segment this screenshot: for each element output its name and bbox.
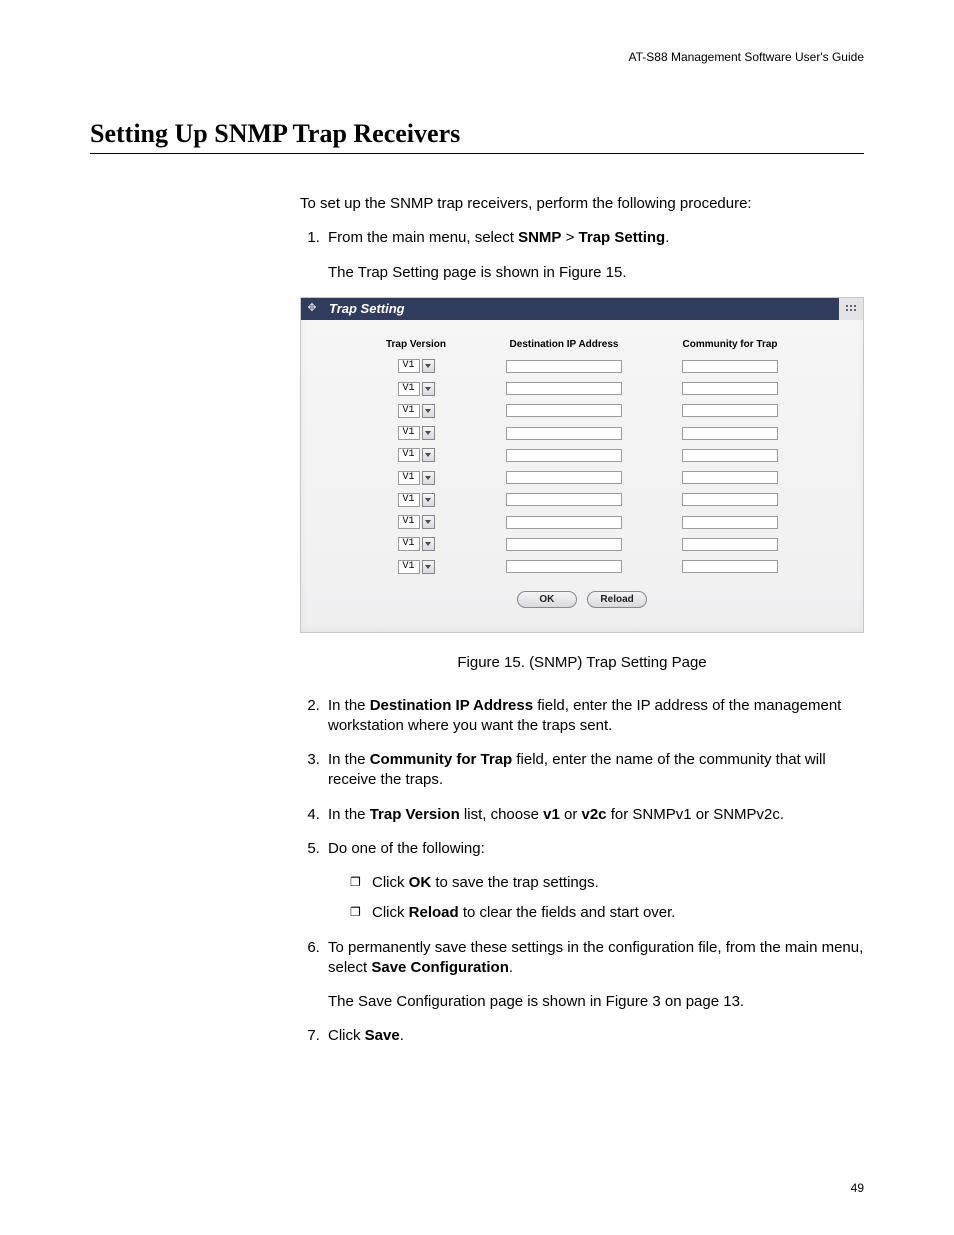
titlebar-right-icon [839, 298, 863, 320]
intro-text: To set up the SNMP trap receivers, perfo… [300, 194, 864, 214]
titlebar-left-icon: ✥ [301, 298, 323, 320]
figure-title: Trap Setting [323, 298, 839, 320]
trap-row: V1 [356, 467, 808, 489]
trap-version-value: V1 [398, 560, 420, 574]
community-input[interactable] [682, 493, 778, 506]
chevron-down-icon[interactable] [422, 404, 435, 418]
trap-version-select[interactable]: V1 [398, 426, 435, 440]
community-input[interactable] [682, 516, 778, 529]
step-6-after: The Save Configuration page is shown in … [328, 992, 864, 1012]
step-5a: Click OK to save the trap settings. [350, 873, 864, 893]
community-input[interactable] [682, 382, 778, 395]
col-version: Trap Version [356, 338, 476, 356]
chevron-down-icon[interactable] [422, 560, 435, 574]
trap-version-select[interactable]: V1 [398, 471, 435, 485]
figure-caption: Figure 15. (SNMP) Trap Setting Page [300, 653, 864, 673]
step-1: From the main menu, select SNMP > Trap S… [324, 228, 864, 283]
destination-ip-input[interactable] [506, 449, 622, 462]
figure-button-row: OK Reload [321, 588, 843, 609]
destination-ip-input[interactable] [506, 382, 622, 395]
destination-ip-input[interactable] [506, 404, 622, 417]
step-1-text: From the main menu, select SNMP > Trap S… [328, 229, 669, 246]
trap-version-value: V1 [398, 359, 420, 373]
trap-row: V1 [356, 355, 808, 377]
trap-setting-screenshot: ✥ Trap Setting Trap Version Destination … [300, 297, 864, 634]
chevron-down-icon[interactable] [422, 426, 435, 440]
trap-version-select[interactable]: V1 [398, 537, 435, 551]
step-1-after: The Trap Setting page is shown in Figure… [328, 263, 864, 283]
trap-version-value: V1 [398, 537, 420, 551]
col-dest: Destination IP Address [476, 338, 652, 356]
destination-ip-input[interactable] [506, 427, 622, 440]
trap-row: V1 [356, 444, 808, 466]
trap-version-select[interactable]: V1 [398, 448, 435, 462]
trap-version-select[interactable]: V1 [398, 515, 435, 529]
community-input[interactable] [682, 449, 778, 462]
trap-row: V1 [356, 489, 808, 511]
trap-version-value: V1 [398, 426, 420, 440]
trap-row: V1 [356, 511, 808, 533]
step-3: In the Community for Trap field, enter t… [324, 750, 864, 791]
trap-version-value: V1 [398, 515, 420, 529]
trap-row: V1 [356, 556, 808, 578]
trap-version-select[interactable]: V1 [398, 493, 435, 507]
community-input[interactable] [682, 427, 778, 440]
destination-ip-input[interactable] [506, 493, 622, 506]
destination-ip-input[interactable] [506, 538, 622, 551]
trap-row: V1 [356, 378, 808, 400]
trap-version-value: V1 [398, 448, 420, 462]
community-input[interactable] [682, 360, 778, 373]
step-2: In the Destination IP Address field, ent… [324, 696, 864, 737]
trap-table: Trap Version Destination IP Address Comm… [356, 338, 808, 578]
step-4: In the Trap Version list, choose v1 or v… [324, 805, 864, 825]
step-7: Click Save. [324, 1026, 864, 1046]
trap-version-value: V1 [398, 382, 420, 396]
reload-button[interactable]: Reload [587, 591, 647, 609]
chevron-down-icon[interactable] [422, 359, 435, 373]
trap-row: V1 [356, 533, 808, 555]
ok-button[interactable]: OK [517, 591, 577, 609]
destination-ip-input[interactable] [506, 516, 622, 529]
chevron-down-icon[interactable] [422, 493, 435, 507]
figure-body: Trap Version Destination IP Address Comm… [301, 320, 863, 619]
page-title: Setting Up SNMP Trap Receivers [90, 119, 864, 154]
community-input[interactable] [682, 471, 778, 484]
doc-header: AT-S88 Management Software User's Guide [90, 50, 864, 64]
community-input[interactable] [682, 538, 778, 551]
chevron-down-icon[interactable] [422, 515, 435, 529]
step-5b: Click Reload to clear the fields and sta… [350, 903, 864, 923]
destination-ip-input[interactable] [506, 471, 622, 484]
chevron-down-icon[interactable] [422, 471, 435, 485]
trap-row: V1 [356, 400, 808, 422]
destination-ip-input[interactable] [506, 560, 622, 573]
col-community: Community for Trap [652, 338, 808, 356]
chevron-down-icon[interactable] [422, 448, 435, 462]
destination-ip-input[interactable] [506, 360, 622, 373]
trap-version-value: V1 [398, 471, 420, 485]
step-6: To permanently save these settings in th… [324, 938, 864, 1013]
trap-version-select[interactable]: V1 [398, 560, 435, 574]
trap-version-select[interactable]: V1 [398, 359, 435, 373]
step-5: Do one of the following: Click OK to sav… [324, 839, 864, 924]
community-input[interactable] [682, 560, 778, 573]
trap-version-value: V1 [398, 404, 420, 418]
trap-version-select[interactable]: V1 [398, 404, 435, 418]
chevron-down-icon[interactable] [422, 537, 435, 551]
trap-version-value: V1 [398, 493, 420, 507]
figure-titlebar: ✥ Trap Setting [301, 298, 863, 320]
trap-version-select[interactable]: V1 [398, 382, 435, 396]
community-input[interactable] [682, 404, 778, 417]
trap-row: V1 [356, 422, 808, 444]
chevron-down-icon[interactable] [422, 382, 435, 396]
page-number: 49 [851, 1181, 864, 1195]
